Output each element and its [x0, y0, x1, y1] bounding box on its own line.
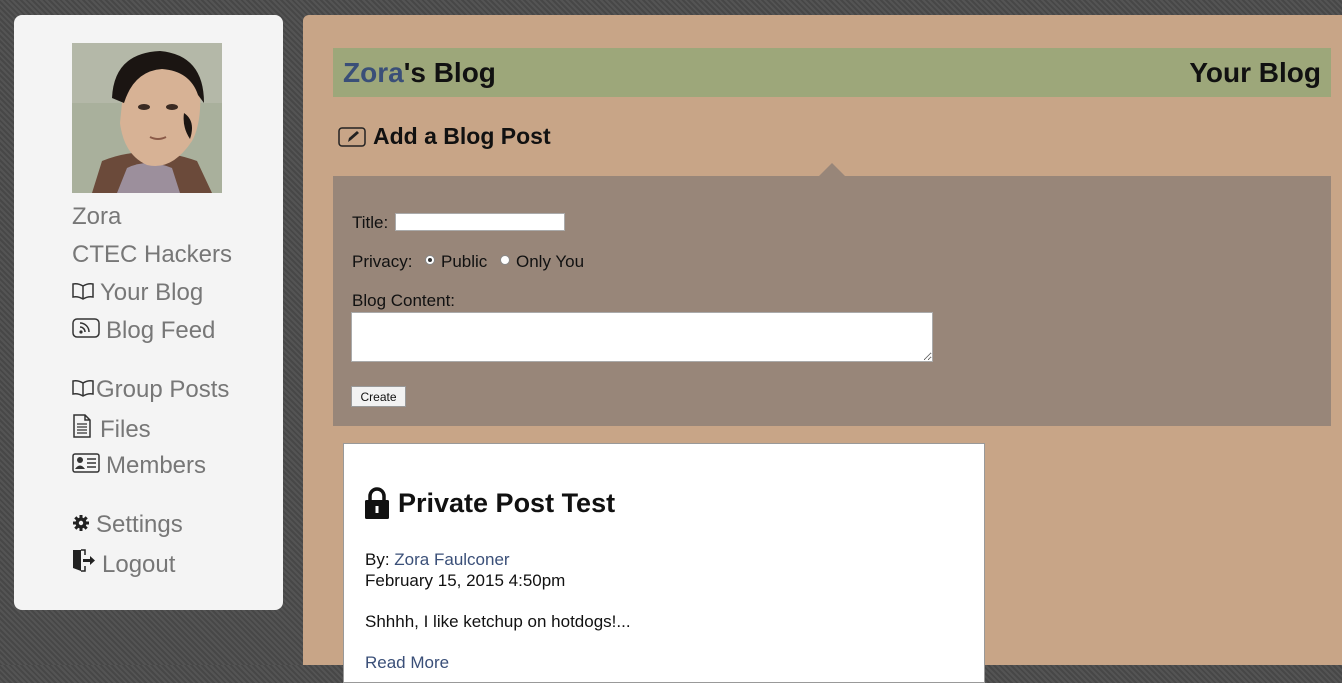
sidebar-item-label: Logout — [102, 550, 176, 578]
post-title-text: Private Post Test — [398, 487, 616, 518]
book-icon — [72, 376, 94, 404]
sidebar-item-label: Files — [100, 415, 151, 443]
sidebar-item-label: Settings — [96, 511, 183, 538]
sidebar-group-name-label: CTEC Hackers — [72, 241, 233, 268]
id-card-icon — [72, 452, 100, 480]
sidebar-item-blog-feed[interactable]: Blog Feed — [72, 317, 215, 345]
sidebar-item-settings[interactable]: Settings — [72, 511, 183, 539]
title-input[interactable] — [395, 213, 565, 231]
post-excerpt: Shhhh, I like ketchup on hotdogs!... — [365, 612, 631, 631]
your-blog-heading: Your Blog — [1189, 57, 1321, 88]
sidebar-item-your-blog[interactable]: Your Blog — [72, 279, 203, 307]
post-meta: By: Zora Faulconer February 15, 2015 4:5… — [365, 549, 565, 591]
privacy-label: Privacy: — [352, 252, 413, 271]
privacy-only-you-label[interactable]: Only You — [516, 252, 584, 272]
sidebar-group-name[interactable]: CTEC Hackers — [72, 241, 232, 269]
post-date: February 15, 2015 4:50pm — [365, 571, 566, 590]
door-exit-icon — [72, 549, 96, 580]
avatar[interactable] — [72, 43, 222, 193]
content-label: Blog Content: — [352, 291, 456, 310]
sidebar-item-files[interactable]: Files — [72, 414, 151, 445]
document-icon — [72, 414, 92, 445]
read-more-link[interactable]: Read More — [365, 653, 449, 673]
main-content: Zora's Blog Your Blog Add a Blog Post Ti… — [303, 15, 1342, 683]
title-label: Title: — [352, 213, 389, 232]
panel-pointer — [819, 163, 845, 176]
sidebar-user-name-label: Zora — [72, 203, 122, 230]
gear-icon — [72, 511, 90, 539]
edit-icon — [338, 126, 366, 147]
sidebar-item-label: Blog Feed — [106, 317, 216, 344]
add-post-toggle[interactable]: Add a Blog Post — [338, 123, 551, 150]
owner-name-link[interactable]: Zora — [343, 57, 404, 88]
sidebar-item-label: Group Posts — [96, 376, 230, 403]
blog-header: Zora's Blog Your Blog — [333, 48, 1331, 97]
by-label: By: — [365, 550, 395, 569]
sidebar-item-group-posts[interactable]: Group Posts — [72, 376, 229, 404]
privacy-only-you-radio[interactable] — [500, 255, 510, 265]
sidebar-item-label: Your Blog — [100, 279, 204, 306]
privacy-public-label[interactable]: Public — [441, 252, 487, 272]
blog-post-card: Private Post Test By: Zora Faulconer Feb… — [343, 443, 985, 683]
post-title[interactable]: Private Post Test — [364, 486, 615, 520]
sidebar-item-members[interactable]: Members — [72, 452, 206, 480]
lock-icon — [365, 487, 389, 519]
blog-content-textarea[interactable] — [351, 312, 933, 362]
sidebar: Zora CTEC Hackers Your Blog Blog Feed Gr… — [14, 15, 283, 610]
create-button[interactable]: Create — [351, 386, 406, 407]
sidebar-item-label: Members — [106, 452, 207, 479]
book-icon — [72, 279, 94, 307]
author-link[interactable]: Zora Faulconer — [394, 550, 509, 569]
add-post-form: Title: Privacy: Public Only You Blog Con… — [333, 176, 1331, 426]
rss-icon — [72, 317, 100, 345]
sidebar-item-logout[interactable]: Logout — [72, 549, 175, 580]
sidebar-user-name[interactable]: Zora — [72, 203, 121, 231]
add-post-heading: Add a Blog Post — [373, 123, 551, 149]
privacy-public-radio[interactable] — [425, 255, 435, 265]
page-title: Zora's Blog — [343, 57, 496, 89]
page-title-suffix: 's Blog — [403, 57, 496, 88]
